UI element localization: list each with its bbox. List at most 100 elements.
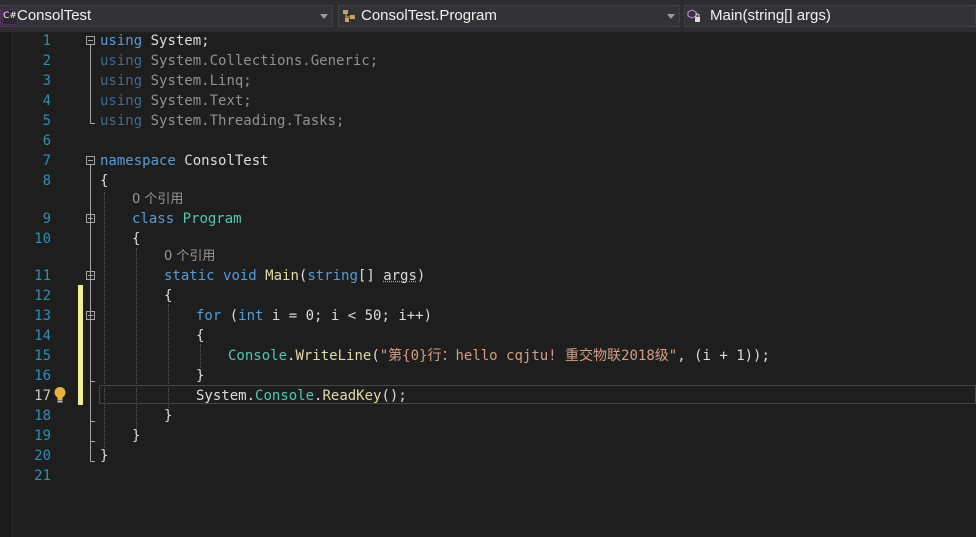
brace: }	[132, 428, 141, 444]
outline-end	[90, 461, 95, 462]
line-number: 7	[42, 153, 51, 169]
member-dropdown[interactable]: Main(string[] args)	[684, 5, 976, 27]
code-line-12[interactable]: {	[164, 287, 172, 305]
project-dropdown-label: ConsolTest	[17, 7, 92, 24]
string-literal: "第{0}行：hello cqjtu! 重交物联2018级"	[379, 348, 678, 364]
line-number: 20	[34, 448, 51, 464]
class-icon	[343, 10, 355, 22]
chevron-down-icon	[667, 14, 675, 19]
outline-end	[90, 123, 95, 124]
project-dropdown[interactable]: C# ConsolTest	[0, 5, 333, 27]
line-number: 16	[34, 368, 51, 384]
keyword: using	[100, 73, 143, 89]
method-name: Main	[265, 268, 299, 284]
code-line-9[interactable]: class Program	[132, 210, 242, 228]
brace: }	[196, 368, 205, 384]
namespace-ref: System.Linq;	[150, 73, 252, 89]
line-number: 13	[34, 308, 51, 324]
brace: {	[164, 288, 173, 304]
line-number: 18	[34, 408, 51, 424]
code-line-18[interactable]: }	[164, 407, 172, 425]
navigation-bar: C# ConsolTest ConsolTest.Program Main(st…	[0, 0, 976, 32]
namespace-prefix: System.	[196, 388, 256, 404]
keyword: namespace	[100, 153, 176, 169]
collapse-toggle[interactable]	[86, 36, 95, 45]
keyword: void	[223, 268, 257, 284]
outline-end	[90, 381, 95, 382]
code-line-14[interactable]: {	[196, 327, 204, 345]
code-line-17[interactable]: System.Console.ReadKey();	[196, 387, 407, 405]
member-dropdown-label: Main(string[] args)	[710, 7, 831, 24]
keyword: using	[100, 33, 143, 49]
namespace-name: ConsolTest	[184, 153, 269, 169]
class-name: Program	[182, 211, 242, 227]
line-number: 6	[42, 133, 51, 149]
paren: )	[416, 268, 426, 284]
keyword: int	[238, 308, 264, 324]
method-lock-icon	[687, 9, 700, 22]
line-number: 21	[34, 468, 51, 484]
csharp-project-icon: C#	[2, 9, 18, 25]
keyword: string	[307, 268, 358, 284]
code-line-1[interactable]: using System;	[100, 32, 210, 50]
line-number: 11	[34, 268, 51, 284]
keyword: class	[132, 211, 175, 227]
collapse-toggle[interactable]	[86, 156, 95, 165]
code-line-5[interactable]: using System.Threading.Tasks;	[100, 112, 344, 130]
code-line-19[interactable]: }	[132, 427, 140, 445]
code-editor[interactable]: 1 2 3 4 5 6 7 8 9 10 11 12 13 14 15 16 1…	[0, 32, 976, 537]
code-line-16[interactable]: }	[196, 367, 204, 385]
line-number-current: 17	[34, 388, 51, 404]
keyword: using	[100, 93, 143, 109]
brace: {	[132, 231, 141, 247]
code-line-15[interactable]: Console.WriteLine("第{0}行：hello cqjtu! 重交…	[228, 347, 770, 365]
collapse-toggle[interactable]	[86, 271, 95, 280]
brace: {	[100, 173, 109, 189]
class-ref: Console	[255, 388, 315, 404]
namespace-ref: System.Collections.Generic;	[150, 53, 379, 69]
keyword: static	[164, 268, 215, 284]
code-line-8[interactable]: {	[100, 172, 108, 190]
line-number: 9	[42, 211, 51, 227]
line-number: 4	[42, 93, 51, 109]
keyword: for	[196, 308, 222, 324]
code-line-2[interactable]: using System.Collections.Generic;	[100, 52, 378, 70]
line-number: 8	[42, 173, 51, 189]
editor-margin	[0, 32, 13, 537]
code-text: , (i + 1));	[677, 348, 770, 364]
code-line-11[interactable]: static void Main(string[] args)	[164, 267, 425, 285]
code-line-13[interactable]: for (int i = 0; i < 50; i++)	[196, 307, 432, 325]
brackets: []	[357, 268, 384, 284]
indent-guide	[104, 192, 105, 454]
collapse-toggle[interactable]	[86, 214, 95, 223]
namespace-ref: System;	[150, 33, 210, 49]
method-name: WriteLine	[295, 348, 372, 364]
namespace-ref: System.Text;	[150, 93, 252, 109]
brace: {	[196, 328, 205, 344]
type-dropdown-label: ConsolTest.Program	[361, 7, 497, 24]
keyword: using	[100, 113, 143, 129]
code-line-7[interactable]: namespace ConsolTest	[100, 152, 269, 170]
keyword: using	[100, 53, 143, 69]
line-number: 10	[34, 231, 51, 247]
line-number: 15	[34, 348, 51, 364]
type-dropdown[interactable]: ConsolTest.Program	[338, 5, 680, 27]
codelens-references[interactable]: 0 个引用	[164, 249, 215, 265]
code-line-20[interactable]: }	[100, 447, 108, 465]
code-text: ();	[381, 388, 407, 404]
outline-line	[90, 45, 91, 123]
outline-end	[90, 441, 95, 442]
code-text: i = 0; i < 50; i++)	[263, 308, 433, 324]
code-line-4[interactable]: using System.Text;	[100, 92, 252, 110]
collapse-toggle[interactable]	[86, 311, 95, 320]
class-ref: Console	[228, 348, 288, 364]
line-number: 5	[42, 113, 51, 129]
parameter-name: args	[383, 268, 417, 284]
codelens-references[interactable]: 0 个引用	[132, 192, 183, 208]
line-number: 2	[42, 53, 51, 69]
code-line-3[interactable]: using System.Linq;	[100, 72, 252, 90]
lightbulb-icon[interactable]	[53, 386, 67, 404]
code-line-10[interactable]: {	[132, 230, 140, 248]
code-text: (	[221, 308, 239, 324]
line-number: 12	[34, 288, 51, 304]
